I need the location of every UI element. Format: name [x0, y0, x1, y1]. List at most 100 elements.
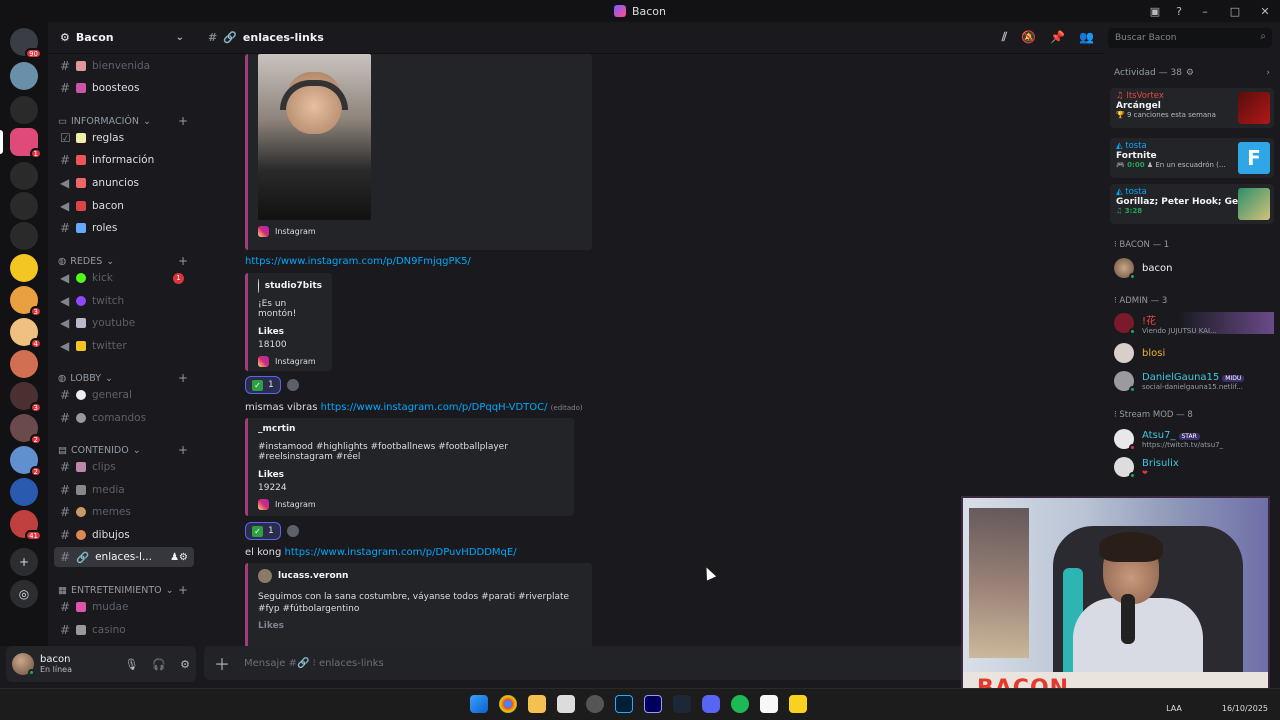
member-item[interactable]: !花 Viendo JUJUTSU KAI...	[1114, 312, 1274, 335]
add-channel-icon[interactable]: +	[178, 443, 188, 457]
embed-author[interactable]: lucass.veronn	[258, 569, 582, 583]
server-icon[interactable]: 41	[10, 510, 42, 541]
add-channel-icon[interactable]: +	[178, 583, 188, 597]
guild-header[interactable]: ⚙ Bacon ⌄	[48, 22, 196, 54]
server-icon[interactable]: 3	[10, 286, 42, 317]
spotify-icon[interactable]	[731, 695, 749, 713]
add-reaction-icon[interactable]	[286, 525, 299, 537]
photoshop-icon[interactable]	[615, 695, 633, 713]
settings-gear-icon[interactable]: ⚙	[1186, 68, 1194, 78]
channel-boosteos[interactable]: # boosteos	[54, 78, 194, 98]
date-display[interactable]: 16/10/2025	[1222, 704, 1268, 713]
steam-icon[interactable]	[673, 695, 691, 713]
channel-kick[interactable]: ◀ kick 1	[54, 268, 194, 288]
add-server-icon[interactable]: +	[10, 548, 38, 576]
server-icon[interactable]: 1	[10, 128, 42, 159]
sticky-notes-icon[interactable]	[789, 695, 807, 713]
channel-bacon[interactable]: ◀ bacon	[54, 196, 194, 216]
member-item[interactable]: DanielGauna15 MIDU social-danielgauna15.n…	[1114, 370, 1274, 393]
channel-reglas[interactable]: ☑ reglas	[54, 128, 194, 148]
channel-general[interactable]: # general	[54, 385, 194, 405]
activity-card[interactable]: ◭ tosta Gorillaz; Peter Hook; Geor... ♫ …	[1110, 184, 1274, 224]
channel-bienvenida[interactable]: # bienvenida	[54, 56, 194, 76]
channel-roles[interactable]: # roles	[54, 218, 194, 238]
close-window-button[interactable]: ✕	[1258, 5, 1272, 18]
channel-youtube[interactable]: ◀ youtube	[54, 313, 194, 333]
activity-card[interactable]: ◭ tosta Fortnite 🎮 0:00 ♟ En un escuadró…	[1110, 138, 1274, 178]
channel-twitch[interactable]: ◀ twitch	[54, 291, 194, 311]
language-indicator[interactable]: LAA	[1166, 704, 1182, 713]
member-item[interactable]: blosi	[1114, 342, 1274, 364]
server-icon[interactable]	[10, 162, 38, 190]
channel-dibujos[interactable]: # dibujos	[54, 525, 194, 545]
channel-clips[interactable]: # clips	[54, 457, 194, 477]
settings-gear-icon[interactable]: ⚙	[180, 658, 190, 671]
member-item[interactable]: Brisulix ❤	[1114, 456, 1274, 479]
channel-enlaces-links[interactable]: # 🔗 enlaces-l... ♟⚙	[54, 547, 194, 567]
channel-memes[interactable]: # memes	[54, 502, 194, 522]
channel-informacion[interactable]: # información	[54, 150, 194, 170]
embed-author[interactable]: studio7bits	[258, 279, 322, 293]
channel-anuncios[interactable]: ◀ anuncios	[54, 173, 194, 193]
add-channel-icon[interactable]: +	[178, 371, 188, 385]
server-icon[interactable]	[10, 254, 38, 282]
microphone-icon[interactable]: 🎙	[124, 658, 138, 671]
mute-bell-icon[interactable]: 🔕	[1021, 30, 1036, 45]
search-input[interactable]: Buscar Bacon ⌕	[1108, 28, 1272, 48]
member-list-icon[interactable]: 👥	[1079, 30, 1094, 45]
category-informacion[interactable]: ▭ INFORMACIÓN ⌄ +	[58, 114, 188, 128]
member-item[interactable]: bacon	[1114, 257, 1274, 280]
windows-start-icon[interactable]	[470, 695, 488, 713]
category-lobby[interactable]: ◍ LOBBY ⌄ +	[58, 371, 188, 385]
notion-icon[interactable]	[760, 695, 778, 713]
premiere-icon[interactable]	[644, 695, 662, 713]
server-icon[interactable]	[10, 478, 38, 506]
help-icon[interactable]: ?	[1176, 5, 1182, 18]
server-icon[interactable]: 2	[10, 414, 42, 445]
reaction-check[interactable]: ✓ 1	[245, 376, 281, 394]
discord-icon[interactable]	[702, 695, 720, 713]
server-icon[interactable]: 90	[10, 28, 42, 59]
member-item[interactable]: Atsu7_ STAR https://twitch.tv/atsu7_	[1114, 428, 1274, 451]
add-reaction-icon[interactable]	[286, 379, 299, 391]
file-explorer-icon[interactable]	[528, 695, 546, 713]
message-input[interactable]: Mensaje #🔗 ⁝ enlaces-links	[244, 658, 384, 669]
reaction-check[interactable]: ✓ 1	[245, 522, 281, 540]
invite-settings-icon[interactable]: ♟⚙	[170, 552, 188, 563]
image-viewer-icon[interactable]	[557, 695, 575, 713]
category-contenido[interactable]: ▤ CONTENIDO ⌄ +	[58, 443, 188, 457]
channel-comandos[interactable]: # comandos	[54, 408, 194, 428]
embed-thumbnail[interactable]	[258, 54, 371, 220]
obs-icon[interactable]	[586, 695, 604, 713]
channel-casino[interactable]: # casino	[54, 620, 194, 640]
channel-twitter[interactable]: ◀ twitter	[54, 336, 194, 356]
activity-card[interactable]: ♫ ItsVortex Arcángel 🏆 9 canciones esta …	[1110, 88, 1274, 128]
pin-icon[interactable]: 📌	[1050, 30, 1065, 45]
minimize-button[interactable]: –	[1198, 5, 1212, 18]
message-link[interactable]: https://www.instagram.com/p/DN9FmjqgPK5/	[245, 256, 471, 267]
inbox-icon[interactable]: ▣	[1150, 5, 1160, 18]
attach-plus-icon[interactable]: ＋	[214, 651, 230, 675]
server-icon[interactable]: 3	[10, 382, 42, 413]
embed-author[interactable]: _mcrtin	[258, 424, 564, 434]
channel-mudae[interactable]: # mudae	[54, 597, 194, 617]
server-icon[interactable]: 2	[10, 446, 42, 477]
message-link[interactable]: https://www.instagram.com/p/DPqqH-VDTOC/	[321, 402, 548, 413]
threads-icon[interactable]: ⫽	[1002, 30, 1007, 45]
chrome-icon[interactable]	[499, 695, 517, 713]
category-entretenimiento[interactable]: ▦ ENTRETENIMIENTO ⌄ +	[58, 583, 188, 597]
server-icon[interactable]: 4	[10, 318, 42, 349]
server-icon[interactable]	[10, 350, 38, 378]
message-link[interactable]: https://www.instagram.com/p/DPuvHDDDMqE/	[285, 547, 517, 558]
add-channel-icon[interactable]: +	[178, 114, 188, 128]
chevron-right-icon[interactable]: ›	[1266, 68, 1270, 78]
avatar[interactable]	[12, 653, 35, 676]
add-channel-icon[interactable]: +	[178, 254, 188, 268]
headphones-icon[interactable]: 🎧	[152, 658, 166, 671]
server-icon[interactable]	[10, 62, 38, 90]
maximize-button[interactable]: □	[1228, 5, 1242, 18]
channel-media[interactable]: # media	[54, 480, 194, 500]
server-icon[interactable]	[10, 96, 38, 124]
server-icon[interactable]	[10, 222, 38, 250]
category-redes[interactable]: ◍ REDES ⌄ +	[58, 254, 188, 268]
